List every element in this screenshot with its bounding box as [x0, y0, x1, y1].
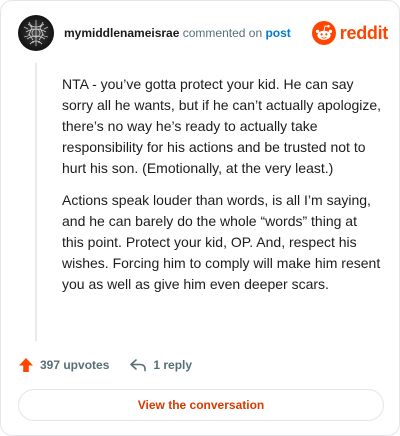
comment-paragraph-1: NTA - you’ve gotta protect your kid. He … [62, 76, 382, 176]
embed-card: mymiddlenameisrae commented on post redd… [0, 0, 400, 436]
comment-paragraph-2: Actions speak louder than words, is all … [62, 192, 381, 292]
post-link[interactable]: post [265, 26, 290, 40]
comment-actions: 397 upvotes 1 reply [18, 354, 212, 376]
upvote-button[interactable]: 397 upvotes [18, 357, 109, 373]
reddit-snoo-icon [311, 21, 336, 45]
reply-count: 1 reply [153, 358, 193, 372]
reddit-logo[interactable]: reddit [311, 20, 389, 46]
upvote-arrow-icon [19, 358, 33, 372]
comment-meta: mymiddlenameisrae commented on post [64, 26, 291, 40]
reply-button[interactable]: 1 reply [129, 357, 192, 373]
avatar[interactable] [18, 15, 54, 51]
reply-arrow-icon [130, 359, 147, 372]
comment-header: mymiddlenameisrae commented on post redd… [18, 15, 388, 53]
username-link[interactable]: mymiddlenameisrae [64, 26, 179, 40]
reddit-wordmark: reddit [339, 22, 389, 43]
comment-body: NTA - you’ve gotta protect your kid. He … [62, 74, 382, 306]
view-conversation-button[interactable]: View the conversation [18, 389, 384, 421]
commented-label: commented on [182, 26, 263, 40]
thread-line [35, 63, 37, 341]
upvote-count: 397 upvotes [40, 358, 110, 372]
